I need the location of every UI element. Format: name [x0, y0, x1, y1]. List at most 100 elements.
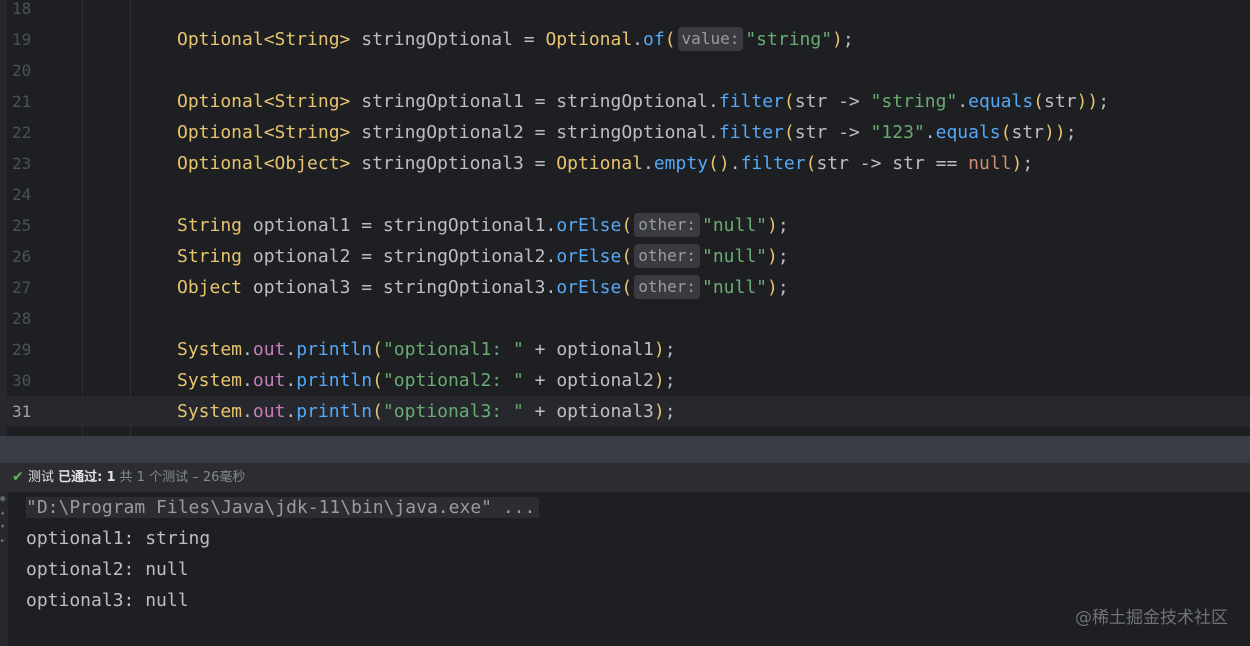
code-line[interactable]: 26 String optional2 = stringOptional2.orE…: [0, 241, 1250, 272]
code-token: .: [957, 91, 969, 112]
line-number[interactable]: 22: [12, 117, 52, 148]
line-number[interactable]: 20: [12, 55, 52, 86]
code-line[interactable]: 23 Optional<Object> stringOptional3 = Opt…: [0, 148, 1250, 179]
code-token: filter: [718, 122, 784, 143]
code-token: .: [632, 29, 644, 50]
code-line[interactable]: 29 System.out.println("optional1: " + opt…: [0, 334, 1250, 365]
code-token: str -> str ==: [816, 153, 969, 174]
code-token: ;: [777, 215, 789, 236]
code-token: .: [643, 153, 654, 174]
code-token: orElse: [556, 215, 622, 236]
code-line[interactable]: 21 Optional<String> stringOptional1 = str…: [0, 86, 1250, 117]
code-token: .: [242, 339, 253, 360]
line-number[interactable]: 27: [12, 272, 52, 303]
code-token: "optional3: ": [382, 401, 524, 422]
panel-divider[interactable]: [0, 436, 1250, 463]
code-token: (: [372, 401, 383, 422]
code-token: Optional<String>: [177, 122, 351, 143]
code-token: ): [767, 215, 778, 236]
code-token: ;: [777, 277, 789, 298]
code-token: "string": [870, 91, 958, 112]
code-token: Optional: [545, 29, 633, 50]
code-token: (: [621, 246, 633, 267]
code-token: null: [968, 153, 1012, 174]
code-token: equals: [968, 91, 1034, 112]
code-token: "optional1: ": [382, 339, 524, 360]
code-text: System.out.println("optional3: " + optio…: [177, 396, 676, 427]
code-token: + optional2: [523, 370, 654, 391]
code-text: Object optional3 = stringOptional3.orEls…: [177, 272, 789, 303]
line-number[interactable]: 31: [12, 396, 52, 427]
code-token: Optional<String>: [177, 91, 351, 112]
code-editor[interactable]: 18 19 Optional<String> stringOptional = Op…: [0, 0, 1250, 436]
code-line[interactable]: 27 Object optional3 = stringOptional3.orE…: [0, 272, 1250, 303]
code-token: .: [729, 153, 741, 174]
code-token: out: [252, 401, 286, 422]
code-token: out: [252, 370, 286, 391]
code-line[interactable]: 22 Optional<String> stringOptional2 = str…: [0, 117, 1250, 148]
code-token: "string": [745, 29, 833, 50]
code-line[interactable]: 28: [0, 303, 1250, 334]
watermark: @稀土掘金技术社区: [1075, 608, 1228, 628]
line-number[interactable]: 26: [12, 241, 52, 272]
code-token: filter: [718, 91, 784, 112]
code-token: System: [177, 370, 243, 391]
code-line[interactable]: 19 Optional<String> stringOptional = Opti…: [0, 24, 1250, 55]
console-command: "D:\Program Files\Java\jdk-11\bin\java.e…: [26, 497, 540, 518]
console-line: optional2: null: [26, 559, 189, 580]
code-token: (: [805, 153, 817, 174]
code-line[interactable]: 24: [0, 179, 1250, 210]
code-token: "null": [701, 277, 768, 298]
code-token: str: [1044, 91, 1077, 112]
code-token: ;: [1022, 153, 1034, 174]
code-token: .: [924, 122, 936, 143]
rerun-icon[interactable]: ◉: [0, 494, 8, 504]
test-status-text: 测试 已通过: 1共 1 个测试 – 26毫秒: [28, 463, 245, 492]
wrap-icon[interactable]: ▸: [0, 536, 8, 546]
line-number[interactable]: 29: [12, 334, 52, 365]
code-token: .: [285, 401, 297, 422]
code-token: println: [296, 370, 373, 391]
line-number[interactable]: 30: [12, 365, 52, 396]
check-icon: ✔: [12, 469, 24, 485]
code-line[interactable]: 30 System.out.println("optional2: " + opt…: [0, 365, 1250, 396]
test-title: 测试: [28, 470, 55, 485]
code-token: equals: [935, 122, 1001, 143]
down-icon[interactable]: ▾: [0, 522, 8, 532]
code-token: ): [1011, 153, 1023, 174]
code-token: println: [296, 339, 373, 360]
code-token: + optional3: [523, 401, 654, 422]
code-text: Optional<Object> stringOptional3 = Optio…: [177, 148, 1033, 179]
code-line[interactable]: 20: [0, 55, 1250, 86]
code-token: optional3 = stringOptional3.: [242, 277, 557, 298]
code-token: + optional1: [523, 339, 654, 360]
code-token: ;: [842, 29, 854, 50]
code-token: stringOptional3 =: [350, 153, 557, 174]
line-number[interactable]: 24: [12, 179, 52, 210]
line-number[interactable]: 23: [12, 148, 52, 179]
line-number[interactable]: 28: [12, 303, 52, 334]
code-token: str: [1011, 122, 1045, 143]
code-line[interactable]: 31 System.out.println("optional3: " + opt…: [0, 396, 1250, 427]
code-line[interactable]: 18: [0, 0, 1250, 24]
code-line[interactable]: 25 String optional1 = stringOptional1.orE…: [0, 210, 1250, 241]
code-token: out: [252, 339, 286, 360]
up-icon[interactable]: ▴: [0, 508, 8, 518]
line-number[interactable]: 18: [12, 0, 52, 24]
code-token: optional2 = stringOptional2.: [242, 246, 557, 267]
line-number[interactable]: 19: [12, 24, 52, 55]
code-token: ): [653, 370, 665, 391]
line-number[interactable]: 21: [12, 86, 52, 117]
code-token: ;: [664, 401, 676, 422]
code-token: of: [643, 29, 665, 50]
line-number[interactable]: 25: [12, 210, 52, 241]
test-status-bar: ✔ 测试 已通过: 1共 1 个测试 – 26毫秒: [0, 463, 1250, 492]
code-token: .: [242, 370, 253, 391]
console-output[interactable]: ◉ ▴ ▾ ▸ "D:\Program Files\Java\jdk-11\bi…: [0, 492, 1250, 646]
passed-label: 已通过:: [58, 470, 103, 485]
code-text: String optional2 = stringOptional2.orEls…: [177, 241, 789, 272]
code-token: filter: [740, 153, 806, 174]
code-token: ): [653, 339, 665, 360]
code-token: (: [372, 339, 383, 360]
code-token: (: [621, 215, 633, 236]
